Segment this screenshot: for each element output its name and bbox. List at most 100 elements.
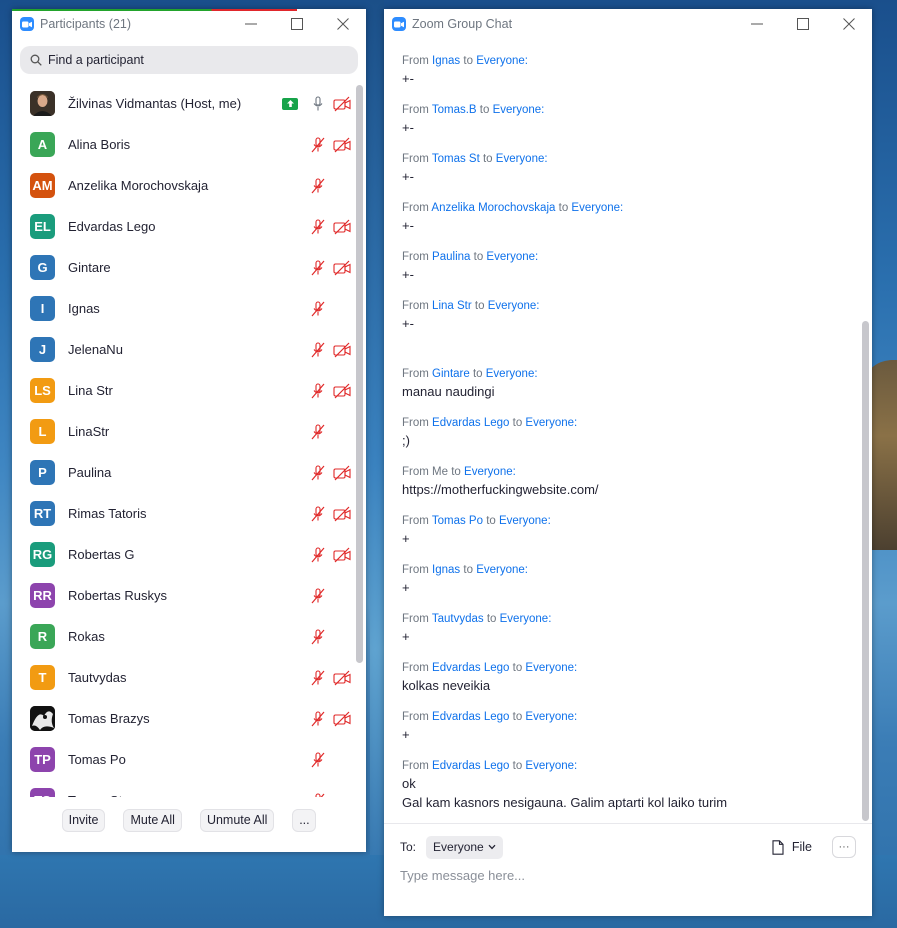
chat-recipient[interactable]: Everyone: — [500, 613, 552, 625]
chat-recipient[interactable]: Everyone: — [493, 104, 545, 116]
participant-row[interactable]: A Alina Boris — [12, 124, 354, 165]
chat-sender[interactable]: Tomas.B — [432, 104, 477, 116]
maximize-icon[interactable] — [274, 9, 320, 39]
chat-recipient[interactable]: Everyone: — [571, 202, 623, 214]
mic-muted-icon[interactable] — [306, 379, 330, 403]
participant-row[interactable]: RR Robertas Ruskys — [12, 575, 354, 616]
participants-titlebar[interactable]: Participants (21) — [12, 9, 366, 39]
chat-message[interactable]: From Tomas St to Everyone: +- — [402, 151, 548, 186]
participant-row[interactable]: Žilvinas Vidmantas (Host, me) — [12, 83, 354, 124]
participant-row[interactable]: J JelenaNu — [12, 329, 354, 370]
chat-sender[interactable]: Tomas St — [432, 153, 480, 165]
participant-row[interactable]: Tomas Brazys — [12, 698, 354, 739]
chat-recipient[interactable]: Everyone: — [499, 515, 551, 527]
chat-message[interactable]: From Edvardas Lego to Everyone: ok Gal kam… — [402, 758, 727, 812]
participant-list[interactable]: Žilvinas Vidmantas (Host, me) A Alina Bori… — [12, 83, 354, 797]
mic-muted-icon[interactable] — [306, 133, 330, 157]
chat-recipient[interactable]: Everyone: — [525, 417, 577, 429]
chat-message[interactable]: From Edvardas Lego to Everyone: + — [402, 709, 577, 744]
mic-muted-icon[interactable] — [306, 461, 330, 485]
chat-recipient[interactable]: Everyone: — [525, 711, 577, 723]
chat-message[interactable]: From Anzelika Morochovskaja to Everyone:… — [402, 200, 623, 235]
chat-sender[interactable]: Gintare — [432, 368, 470, 380]
participant-row[interactable]: L LinaStr — [12, 411, 354, 452]
participant-row[interactable]: RT Rimas Tatoris — [12, 493, 354, 534]
invite-button[interactable]: Invite — [61, 808, 106, 832]
mic-icon[interactable] — [306, 92, 330, 116]
mic-muted-icon[interactable] — [306, 256, 330, 280]
participant-row[interactable]: I Ignas — [12, 288, 354, 329]
unmute-all-button[interactable]: Unmute All — [199, 808, 275, 832]
chat-message[interactable]: From Gintare to Everyone: manau naudingi — [402, 366, 538, 401]
chat-sender[interactable]: Me — [432, 466, 448, 478]
chat-recipient[interactable]: Everyone: — [486, 368, 538, 380]
chat-recipient[interactable]: Everyone: — [525, 760, 577, 772]
chat-more-button[interactable]: ··· — [832, 836, 856, 858]
close-icon[interactable] — [320, 9, 366, 39]
scrollbar-thumb[interactable] — [356, 85, 363, 663]
participant-row[interactable]: G Gintare — [12, 247, 354, 288]
chat-message[interactable]: From Paulina to Everyone: +- — [402, 249, 538, 284]
chat-sender[interactable]: Tautvydas — [432, 613, 484, 625]
mic-muted-icon[interactable] — [306, 666, 330, 690]
chat-message[interactable]: From Tomas.B to Everyone: +- — [402, 102, 544, 137]
minimize-icon[interactable] — [734, 9, 780, 39]
chat-sender[interactable]: Lina Str — [432, 300, 472, 312]
chat-sender[interactable]: Edvardas Lego — [432, 662, 509, 674]
participant-row[interactable]: TP Tomas Po — [12, 739, 354, 780]
participant-list-scrollbar[interactable] — [356, 83, 363, 797]
maximize-icon[interactable] — [780, 9, 826, 39]
participant-row[interactable]: T Tautvydas — [12, 657, 354, 698]
mic-muted-icon[interactable] — [306, 297, 330, 321]
close-icon[interactable] — [826, 9, 872, 39]
chat-recipient[interactable]: Everyone: — [476, 55, 528, 67]
mic-muted-icon[interactable] — [306, 707, 330, 731]
mic-muted-icon[interactable] — [306, 748, 330, 772]
chat-message[interactable]: From Ignas to Everyone: +- — [402, 53, 528, 88]
participant-row[interactable]: R Rokas — [12, 616, 354, 657]
mic-muted-icon[interactable] — [306, 543, 330, 567]
chat-sender[interactable]: Ignas — [432, 564, 460, 576]
chat-message[interactable]: From Lina Str to Everyone: +- — [402, 298, 539, 333]
participant-search-box[interactable]: Find a participant — [20, 46, 358, 74]
chat-message[interactable]: From Tautvydas to Everyone: + — [402, 611, 551, 646]
mic-muted-icon[interactable] — [306, 338, 330, 362]
chat-recipient[interactable]: Everyone: — [488, 300, 540, 312]
chat-sender[interactable]: Edvardas Lego — [432, 417, 509, 429]
mic-muted-icon[interactable] — [306, 584, 330, 608]
chat-sender[interactable]: Edvardas Lego — [432, 760, 509, 772]
participant-row[interactable]: LS Lina Str — [12, 370, 354, 411]
mute-all-button[interactable]: Mute All — [123, 808, 182, 832]
mic-muted-icon[interactable] — [306, 215, 330, 239]
file-button[interactable]: File — [772, 839, 812, 855]
chat-recipient[interactable]: Everyone: — [476, 564, 528, 576]
chat-message[interactable]: From Tomas Po to Everyone: + — [402, 513, 551, 548]
chat-message[interactable]: From Ignas to Everyone: + — [402, 562, 528, 597]
chat-message[interactable]: From Me to Everyone: https://motherfuckin… — [402, 464, 599, 499]
participant-row[interactable]: P Paulina — [12, 452, 354, 493]
mic-muted-icon[interactable] — [306, 625, 330, 649]
mic-muted-icon[interactable] — [306, 420, 330, 444]
participant-row[interactable]: RG Robertas G — [12, 534, 354, 575]
chat-message[interactable]: From Edvardas Lego to Everyone:;) — [402, 415, 577, 450]
mic-muted-icon[interactable] — [306, 502, 330, 526]
chat-recipient[interactable]: Everyone: — [464, 466, 516, 478]
chat-recipient[interactable]: Everyone: — [486, 251, 538, 263]
participant-row[interactable]: AM Anzelika Morochovskaja — [12, 165, 354, 206]
mic-muted-icon[interactable] — [306, 174, 330, 198]
chat-sender[interactable]: Paulina — [432, 251, 470, 263]
chat-sender[interactable]: Tomas Po — [432, 515, 483, 527]
chat-message-list[interactable]: From Ignas to Everyone: +- From Tomas.B to… — [384, 39, 872, 824]
chat-recipient[interactable]: Everyone: — [496, 153, 548, 165]
chat-titlebar[interactable]: Zoom Group Chat — [384, 9, 872, 39]
message-input[interactable] — [400, 865, 840, 885]
minimize-icon[interactable] — [228, 9, 274, 39]
recipient-dropdown[interactable]: Everyone — [426, 835, 503, 859]
participant-row[interactable]: EL Edvardas Lego — [12, 206, 354, 247]
chat-scrollbar-thumb[interactable] — [862, 321, 869, 821]
more-options-button[interactable]: ... — [292, 808, 317, 832]
chat-sender[interactable]: Ignas — [432, 55, 460, 67]
chat-recipient[interactable]: Everyone: — [525, 662, 577, 674]
chat-sender[interactable]: Anzelika Morochovskaja — [431, 202, 555, 214]
chat-sender[interactable]: Edvardas Lego — [432, 711, 509, 723]
